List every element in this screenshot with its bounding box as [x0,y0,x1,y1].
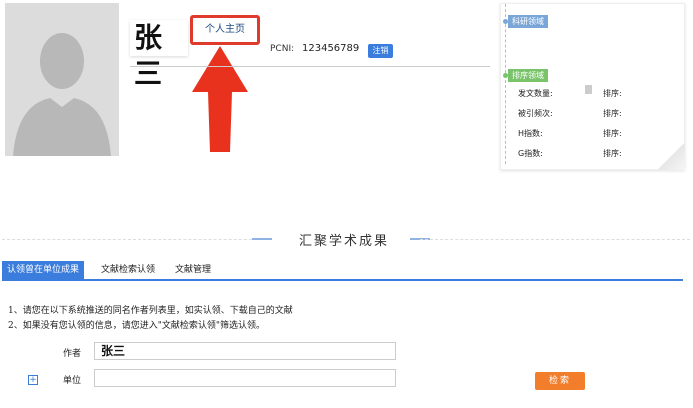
citation-count-label: 被引频次: [518,109,553,118]
instructions: 1、请您在以下系统推送的同名作者列表里，如实认领、下载自己的文献 2、如果没有您… [8,304,293,334]
author-label: 作者 [63,349,82,359]
h-index-sort-label: 排序: [603,129,622,138]
section-title: 汇聚学术成果 [298,234,389,249]
divider-accent [252,238,272,240]
tab-bar: 认领曾在单位成果 文献检索认领 文献管理 [2,261,683,281]
timeline-line [505,4,506,164]
page-curl-decoration [657,142,685,170]
pcni-value: 123456789 [302,43,360,54]
section-heading: 汇聚学术成果 [0,230,693,250]
divider-line [2,239,272,240]
logout-button[interactable]: 注销 [368,44,393,58]
pcni-label: PCNI: [270,44,295,54]
user-name: 张三 [130,20,188,90]
instruction-line: 1、请您在以下系统推送的同名作者列表里，如实认领、下载自己的文献 [8,306,293,316]
unit-label: 单位 [63,376,82,386]
divider-line [420,239,690,240]
h-index-label: H指数: [518,129,543,138]
plus-icon[interactable]: + [28,375,38,385]
rank-field-tag: 排序领域 [508,69,548,82]
tab-literature-search-claim[interactable]: 文献检索认领 [94,261,162,279]
unit-input[interactable] [94,369,396,387]
citation-count-sort-label: 排序: [603,109,622,118]
tab-literature-management[interactable]: 文献管理 [168,261,218,279]
personal-homepage-link[interactable]: 个人主页 [190,15,260,45]
up-arrow-annotation [192,46,248,152]
user-silhouette-icon [5,3,119,156]
research-stats-card: 科研领域 排序领域 发文数量: 排序: 被引频次: 排序: H指数: 排序: G… [500,3,685,170]
research-field-tag: 科研领域 [508,15,548,28]
header-divider [130,66,490,67]
g-index-label: G指数: [518,149,543,158]
paper-count-sort-label: 排序: [603,89,622,98]
document-icon [585,85,592,94]
g-index-sort-label: 排序: [603,149,622,158]
avatar [5,3,119,156]
tab-claim-unit-results[interactable]: 认领曾在单位成果 [2,261,84,279]
paper-count-label: 发文数量: [518,89,553,98]
search-button[interactable]: 检索 [535,372,585,390]
author-input[interactable]: 张三 [94,342,396,360]
instruction-line: 2、如果没有您认领的信息，请您进入"文献检索认领"筛选认领。 [8,321,266,331]
